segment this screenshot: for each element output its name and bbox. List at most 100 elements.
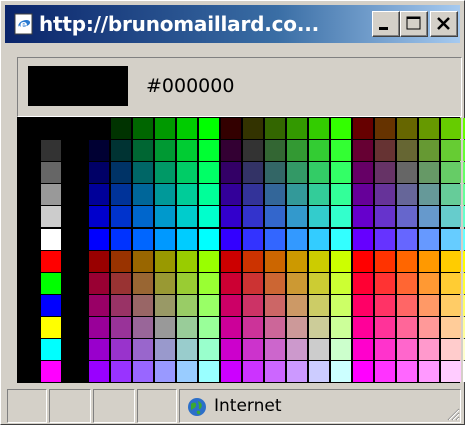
color-cell[interactable] [111,294,131,316]
color-cell[interactable] [177,162,197,184]
color-cell[interactable] [133,272,153,294]
color-cell[interactable] [375,316,395,338]
color-cell[interactable] [199,250,219,272]
color-cell[interactable] [353,228,373,250]
color-cell[interactable] [89,339,109,360]
color-cell[interactable] [287,361,307,383]
color-cell[interactable] [89,140,109,162]
color-cell[interactable] [111,118,131,139]
color-cell[interactable] [419,140,439,162]
color-cell[interactable] [331,316,351,338]
color-cell[interactable] [419,339,439,360]
color-cell[interactable] [419,118,439,139]
color-cell[interactable] [221,140,241,162]
color-cell[interactable] [331,339,351,360]
color-cell[interactable] [111,361,131,383]
color-cell[interactable] [287,339,307,360]
color-cell[interactable] [155,184,175,206]
color-cell[interactable] [441,272,461,294]
color-cell[interactable] [243,250,263,272]
color-cell[interactable] [419,272,439,294]
color-cell[interactable] [441,316,461,338]
color-cell[interactable] [287,228,307,250]
color-cell[interactable] [397,250,417,272]
color-cell[interactable] [243,339,263,360]
color-cell[interactable] [155,250,175,272]
color-cell[interactable] [89,118,109,139]
color-cell[interactable] [265,294,285,316]
color-cell[interactable] [177,272,197,294]
color-cell[interactable] [375,250,395,272]
color-cell[interactable] [221,361,241,383]
color-cell[interactable] [111,162,131,184]
color-cell[interactable] [221,339,241,360]
color-cell[interactable] [177,339,197,360]
color-cell[interactable] [177,118,197,139]
color-cell[interactable] [397,361,417,383]
color-cell[interactable] [353,250,373,272]
color-cell[interactable] [89,162,109,184]
color-cell[interactable] [331,272,351,294]
color-cell[interactable] [331,294,351,316]
color-cell[interactable] [375,140,395,162]
color-cell[interactable] [199,184,219,206]
color-cell[interactable] [133,361,153,383]
color-cell[interactable] [155,316,175,338]
color-cell[interactable] [111,206,131,228]
color-cell[interactable] [243,184,263,206]
color-cell[interactable] [353,339,373,360]
color-cell[interactable] [353,316,373,338]
color-cell[interactable] [265,361,285,383]
color-cell[interactable] [89,294,109,316]
color-cell[interactable] [199,316,219,338]
color-cell[interactable] [375,361,395,383]
color-cell[interactable] [375,228,395,250]
color-cell[interactable] [309,118,329,139]
color-cell[interactable] [331,228,351,250]
color-cell[interactable] [265,250,285,272]
color-cell[interactable] [243,206,263,228]
color-cell[interactable] [265,316,285,338]
color-cell[interactable] [397,228,417,250]
color-cell[interactable] [287,272,307,294]
color-cell[interactable] [441,339,461,360]
color-cell[interactable] [419,162,439,184]
color-cell[interactable] [243,118,263,139]
color-cell[interactable] [375,184,395,206]
color-cell[interactable] [133,140,153,162]
color-cell[interactable] [419,184,439,206]
color-cell[interactable] [375,339,395,360]
color-cell[interactable] [243,272,263,294]
color-cell[interactable] [331,361,351,383]
color-cell[interactable] [419,294,439,316]
color-cell[interactable] [309,206,329,228]
color-cell[interactable] [353,294,373,316]
color-cell[interactable] [265,272,285,294]
color-cell[interactable] [41,339,61,360]
color-cell[interactable] [243,361,263,383]
color-cell[interactable] [287,184,307,206]
color-cell[interactable] [309,361,329,383]
color-cell[interactable] [177,294,197,316]
color-cell[interactable] [111,316,131,338]
title-bar[interactable]: e http://brunomaillard.co... [5,5,460,43]
color-cell[interactable] [133,184,153,206]
color-cell[interactable] [155,272,175,294]
color-cell[interactable] [287,140,307,162]
color-cell[interactable] [397,162,417,184]
color-cell[interactable] [265,184,285,206]
color-cell[interactable] [375,118,395,139]
color-cell[interactable] [133,339,153,360]
color-cell[interactable] [155,140,175,162]
color-cell[interactable] [155,361,175,383]
color-cell[interactable] [309,140,329,162]
color-cell[interactable] [199,118,219,139]
color-cell[interactable] [265,339,285,360]
color-cell[interactable] [133,316,153,338]
color-cell[interactable] [221,184,241,206]
color-cell[interactable] [111,339,131,360]
color-cell[interactable] [133,118,153,139]
color-cell[interactable] [397,339,417,360]
color-cell[interactable] [309,339,329,360]
color-cell[interactable] [111,250,131,272]
